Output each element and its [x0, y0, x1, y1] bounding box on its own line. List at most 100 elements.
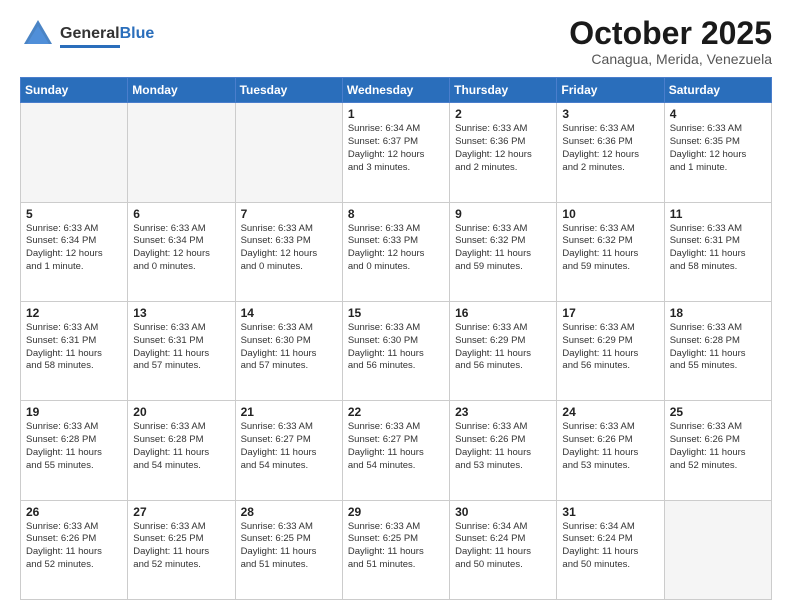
- day-number: 17: [562, 306, 658, 320]
- day-info: Sunrise: 6:33 AM Sunset: 6:25 PM Dayligh…: [348, 521, 444, 572]
- day-info: Sunrise: 6:33 AM Sunset: 6:26 PM Dayligh…: [670, 421, 766, 472]
- day-info: Sunrise: 6:33 AM Sunset: 6:33 PM Dayligh…: [348, 223, 444, 274]
- day-info: Sunrise: 6:33 AM Sunset: 6:32 PM Dayligh…: [562, 223, 658, 274]
- day-number: 9: [455, 207, 551, 221]
- week-row-3: 12 Sunrise: 6:33 AM Sunset: 6:31 PM Dayli…: [21, 301, 772, 400]
- calendar-cell: 8 Sunrise: 6:33 AM Sunset: 6:33 PM Daylig…: [342, 202, 449, 301]
- day-number: 28: [241, 505, 337, 519]
- calendar-cell: 2Sunrise: 6:33 AM Sunset: 6:36 PM Daylig…: [450, 103, 557, 202]
- day-info: Sunrise: 6:33 AM Sunset: 6:30 PM Dayligh…: [348, 322, 444, 373]
- weekday-header-friday: Friday: [557, 78, 664, 103]
- day-number: 30: [455, 505, 551, 519]
- logo-general: General: [60, 25, 120, 42]
- logo: GeneralBlue: [20, 16, 154, 57]
- week-row-2: 5 Sunrise: 6:33 AM Sunset: 6:34 PM Daylig…: [21, 202, 772, 301]
- calendar-cell: 3Sunrise: 6:33 AM Sunset: 6:36 PM Daylig…: [557, 103, 664, 202]
- day-info: Sunrise: 6:33 AM Sunset: 6:27 PM Dayligh…: [241, 421, 337, 472]
- logo-icon: [20, 16, 56, 57]
- day-info: Sunrise: 6:33 AM Sunset: 6:34 PM Dayligh…: [26, 223, 122, 274]
- day-number: 25: [670, 405, 766, 419]
- day-number: 13: [133, 306, 229, 320]
- day-number: 4: [670, 107, 766, 121]
- day-info: Sunrise: 6:33 AM Sunset: 6:25 PM Dayligh…: [241, 521, 337, 572]
- calendar-cell: 12Sunrise: 6:33 AM Sunset: 6:31 PM Dayli…: [21, 301, 128, 400]
- calendar-cell: 18 Sunrise: 6:33 AM Sunset: 6:28 PM Dayli…: [664, 301, 771, 400]
- day-info: Sunrise: 6:33 AM Sunset: 6:34 PM Dayligh…: [133, 223, 229, 274]
- calendar-table: SundayMondayTuesdayWednesdayThursdayFrid…: [20, 77, 772, 600]
- calendar-cell: 6 Sunrise: 6:33 AM Sunset: 6:34 PM Daylig…: [128, 202, 235, 301]
- calendar-cell: 13 Sunrise: 6:33 AM Sunset: 6:31 PM Dayli…: [128, 301, 235, 400]
- weekday-header-wednesday: Wednesday: [342, 78, 449, 103]
- day-number: 22: [348, 405, 444, 419]
- month-title: October 2025: [569, 16, 772, 51]
- day-info: Sunrise: 6:33 AM Sunset: 6:28 PM Dayligh…: [670, 322, 766, 373]
- day-info: Sunrise: 6:33 AM Sunset: 6:27 PM Dayligh…: [348, 421, 444, 472]
- day-info: Sunrise: 6:33 AM Sunset: 6:31 PM Dayligh…: [133, 322, 229, 373]
- header: GeneralBlue October 2025 Canagua, Merida…: [20, 16, 772, 67]
- day-number: 27: [133, 505, 229, 519]
- day-number: 20: [133, 405, 229, 419]
- calendar-cell: [21, 103, 128, 202]
- calendar-cell: 30 Sunrise: 6:34 AM Sunset: 6:24 PM Dayli…: [450, 500, 557, 599]
- calendar-cell: 10 Sunrise: 6:33 AM Sunset: 6:32 PM Dayli…: [557, 202, 664, 301]
- day-number: 8: [348, 207, 444, 221]
- calendar-cell: 23 Sunrise: 6:33 AM Sunset: 6:26 PM Dayli…: [450, 401, 557, 500]
- calendar-cell: 27 Sunrise: 6:33 AM Sunset: 6:25 PM Dayli…: [128, 500, 235, 599]
- day-info: Sunrise: 6:34 AM Sunset: 6:24 PM Dayligh…: [562, 521, 658, 572]
- calendar-cell: 7Sunrise: 6:33 AM Sunset: 6:33 PM Daylig…: [235, 202, 342, 301]
- day-info: Sunrise: 6:33 AM Sunset: 6:26 PM Dayligh…: [455, 421, 551, 472]
- calendar-cell: 22 Sunrise: 6:33 AM Sunset: 6:27 PM Dayli…: [342, 401, 449, 500]
- day-number: 24: [562, 405, 658, 419]
- calendar-cell: 28 Sunrise: 6:33 AM Sunset: 6:25 PM Dayli…: [235, 500, 342, 599]
- calendar-cell: 14Sunrise: 6:33 AM Sunset: 6:30 PM Dayli…: [235, 301, 342, 400]
- calendar-cell: 31 Sunrise: 6:34 AM Sunset: 6:24 PM Dayli…: [557, 500, 664, 599]
- day-number: 23: [455, 405, 551, 419]
- day-number: 31: [562, 505, 658, 519]
- day-number: 16: [455, 306, 551, 320]
- day-info: Sunrise: 6:33 AM Sunset: 6:28 PM Dayligh…: [26, 421, 122, 472]
- day-number: 26: [26, 505, 122, 519]
- calendar-cell: 17 Sunrise: 6:33 AM Sunset: 6:29 PM Dayli…: [557, 301, 664, 400]
- day-number: 6: [133, 207, 229, 221]
- logo-text-block: GeneralBlue: [60, 25, 154, 47]
- day-info: Sunrise: 6:34 AM Sunset: 6:37 PM Dayligh…: [348, 123, 444, 174]
- calendar-cell: 29 Sunrise: 6:33 AM Sunset: 6:25 PM Dayli…: [342, 500, 449, 599]
- calendar-cell: 25 Sunrise: 6:33 AM Sunset: 6:26 PM Dayli…: [664, 401, 771, 500]
- page: GeneralBlue October 2025 Canagua, Merida…: [0, 0, 792, 612]
- calendar-cell: [235, 103, 342, 202]
- day-info: Sunrise: 6:33 AM Sunset: 6:29 PM Dayligh…: [562, 322, 658, 373]
- calendar-cell: 11Sunrise: 6:33 AM Sunset: 6:31 PM Dayli…: [664, 202, 771, 301]
- weekday-header-thursday: Thursday: [450, 78, 557, 103]
- day-info: Sunrise: 6:33 AM Sunset: 6:32 PM Dayligh…: [455, 223, 551, 274]
- day-info: Sunrise: 6:33 AM Sunset: 6:35 PM Dayligh…: [670, 123, 766, 174]
- day-number: 10: [562, 207, 658, 221]
- day-number: 15: [348, 306, 444, 320]
- calendar-cell: 1Sunrise: 6:34 AM Sunset: 6:37 PM Daylig…: [342, 103, 449, 202]
- calendar-cell: 21Sunrise: 6:33 AM Sunset: 6:27 PM Dayli…: [235, 401, 342, 500]
- week-row-4: 19Sunrise: 6:33 AM Sunset: 6:28 PM Dayli…: [21, 401, 772, 500]
- weekday-header-saturday: Saturday: [664, 78, 771, 103]
- day-number: 5: [26, 207, 122, 221]
- calendar-cell: 19Sunrise: 6:33 AM Sunset: 6:28 PM Dayli…: [21, 401, 128, 500]
- day-info: Sunrise: 6:33 AM Sunset: 6:25 PM Dayligh…: [133, 521, 229, 572]
- day-number: 12: [26, 306, 122, 320]
- title-block: October 2025 Canagua, Merida, Venezuela: [569, 16, 772, 67]
- week-row-1: 1Sunrise: 6:34 AM Sunset: 6:37 PM Daylig…: [21, 103, 772, 202]
- day-info: Sunrise: 6:34 AM Sunset: 6:24 PM Dayligh…: [455, 521, 551, 572]
- calendar-cell: 20 Sunrise: 6:33 AM Sunset: 6:28 PM Dayli…: [128, 401, 235, 500]
- calendar-cell: 24 Sunrise: 6:33 AM Sunset: 6:26 PM Dayli…: [557, 401, 664, 500]
- calendar-cell: 15 Sunrise: 6:33 AM Sunset: 6:30 PM Dayli…: [342, 301, 449, 400]
- day-info: Sunrise: 6:33 AM Sunset: 6:26 PM Dayligh…: [562, 421, 658, 472]
- day-number: 11: [670, 207, 766, 221]
- calendar-cell: 9 Sunrise: 6:33 AM Sunset: 6:32 PM Daylig…: [450, 202, 557, 301]
- calendar-cell: [128, 103, 235, 202]
- day-number: 29: [348, 505, 444, 519]
- day-info: Sunrise: 6:33 AM Sunset: 6:33 PM Dayligh…: [241, 223, 337, 274]
- day-info: Sunrise: 6:33 AM Sunset: 6:28 PM Dayligh…: [133, 421, 229, 472]
- day-number: 3: [562, 107, 658, 121]
- day-number: 2: [455, 107, 551, 121]
- weekday-header-monday: Monday: [128, 78, 235, 103]
- calendar-cell: 16Sunrise: 6:33 AM Sunset: 6:29 PM Dayli…: [450, 301, 557, 400]
- day-number: 18: [670, 306, 766, 320]
- calendar-cell: 4 Sunrise: 6:33 AM Sunset: 6:35 PM Daylig…: [664, 103, 771, 202]
